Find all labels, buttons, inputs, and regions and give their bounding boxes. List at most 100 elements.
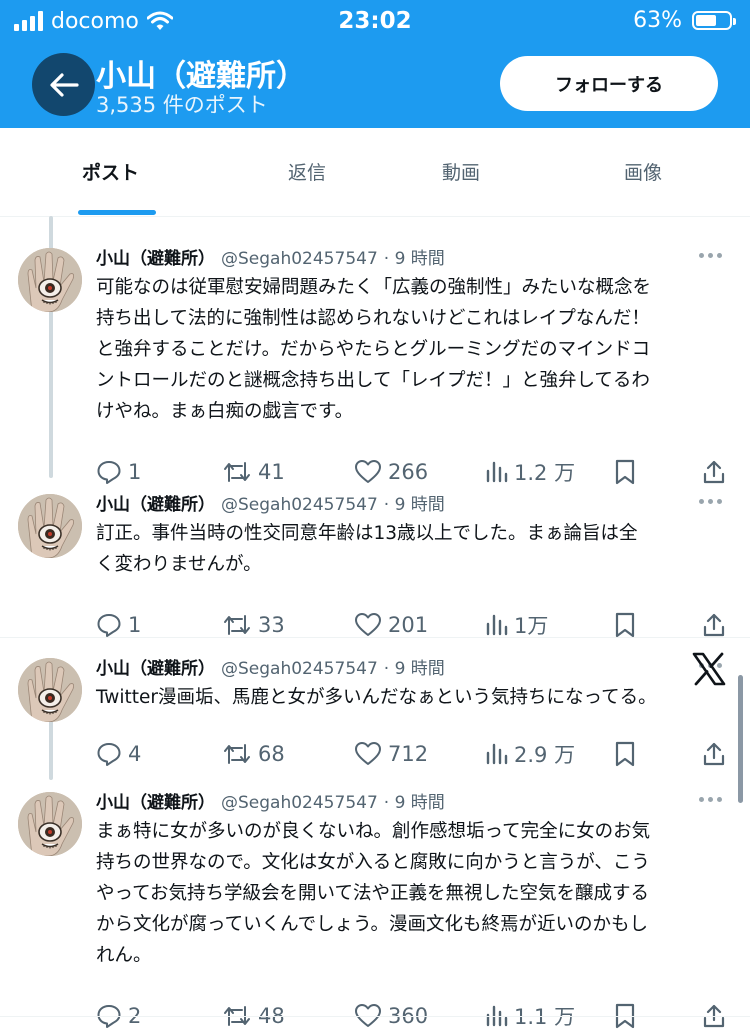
share-button[interactable] — [702, 457, 732, 487]
divider — [0, 1016, 750, 1017]
avatar[interactable] — [18, 494, 82, 558]
active-tab-indicator — [78, 210, 156, 215]
views-button[interactable]: 1.2 万 — [484, 457, 575, 487]
views-count: 2.9 万 — [514, 743, 576, 767]
views-icon — [486, 461, 508, 483]
reply-count: 1 — [128, 460, 142, 484]
divider — [0, 637, 750, 638]
like-button[interactable]: 712 — [354, 739, 428, 769]
tweet-text-line: ントロールだのと謎概念持ち出して「レイプだ！」と強弁してるわ — [96, 370, 650, 391]
tab-replies[interactable]: 返信 — [288, 158, 326, 185]
tweet-text-line: から文化が腐っていくんでしょう。漫画文化も終焉が近いのかもし — [96, 914, 649, 935]
avatar[interactable] — [18, 658, 82, 722]
bookmark-icon — [615, 741, 635, 767]
tweet-header: 小山（避難所） @Segah02457547 · 9 時間 — [96, 654, 445, 679]
arrow-left-icon — [49, 72, 79, 97]
more-options-icon[interactable] — [699, 253, 722, 258]
tab-videos[interactable]: 動画 — [442, 158, 480, 185]
tweet-actions: 1 33 201 1万 — [0, 610, 750, 640]
repost-icon — [224, 615, 250, 635]
tweet-time: · 9 時間 — [383, 659, 445, 679]
battery-percent: 63% — [633, 8, 682, 33]
share-icon — [703, 613, 725, 637]
reply-icon — [97, 743, 121, 766]
share-button[interactable] — [702, 739, 732, 769]
x-logo-icon — [692, 652, 726, 686]
heart-icon — [355, 460, 381, 483]
author-handle[interactable]: @Segah02457547 — [221, 249, 378, 269]
like-count: 712 — [388, 742, 429, 766]
more-options-icon[interactable] — [699, 499, 722, 504]
tweet-text-line: 持ち出して法的に強制性は認められないけどこれはレイプなんだ！ — [96, 308, 650, 329]
tweet-header: 小山（避難所） @Segah02457547 · 9 時間 — [96, 788, 445, 813]
profile-tabs: ポスト 返信 動画 画像 — [0, 128, 750, 217]
tweet-time: · 9 時間 — [383, 249, 445, 269]
like-button[interactable]: 201 — [354, 610, 428, 640]
repost-button[interactable]: 41 — [222, 457, 285, 487]
reply-button[interactable]: 1 — [96, 610, 141, 640]
bookmark-button[interactable] — [614, 457, 642, 487]
tweet-text-line: けやね。まぁ白痴の戯言です。 — [96, 401, 354, 422]
tab-posts[interactable]: ポスト — [82, 158, 139, 185]
back-button[interactable] — [32, 53, 95, 116]
author-name[interactable]: 小山（避難所） — [96, 495, 215, 515]
tweet-text: 可能なのは従軍慰安婦問題みたく「広義の強制性」みたいな概念を 持ち出して法的に強制… — [96, 272, 726, 427]
tweet-text-line: 持ちの世界なので。文化は女が入ると腐敗に向かうと言うが、こう — [96, 852, 650, 873]
bookmark-icon — [615, 459, 635, 485]
tweet-text-line: と強弁することだけ。だからやたらとグルーミングだのマインドコ — [96, 339, 651, 360]
tweet-header: 小山（避難所） @Segah02457547 · 9 時間 — [96, 244, 445, 269]
follow-button[interactable]: フォローする — [500, 56, 718, 111]
tweet-text: Twitter漫画垢、馬鹿と女が多いんだなぁという気持ちになってる。 — [96, 682, 726, 713]
scrollbar[interactable] — [738, 675, 743, 803]
reply-count: 1 — [128, 613, 142, 637]
tweet-text-line: まぁ特に女が多いのが良くないね。創作感想垢って完全に女のお気 — [96, 821, 651, 842]
avatar[interactable] — [18, 792, 82, 856]
reply-icon — [97, 461, 121, 484]
author-handle[interactable]: @Segah02457547 — [221, 495, 378, 515]
share-button[interactable] — [702, 610, 732, 640]
repost-button[interactable]: 68 — [222, 739, 285, 769]
views-icon — [486, 614, 508, 636]
heart-icon — [355, 613, 381, 636]
tweet-text-line: 可能なのは従軍慰安婦問題みたく「広義の強制性」みたいな概念を — [96, 277, 652, 298]
repost-icon — [224, 462, 250, 482]
views-button[interactable]: 1万 — [484, 610, 548, 640]
tweet-text: 訂正。事件当時の性交同意年齢は13歳以上でした。まぁ論旨は全 く変わりませんが。 — [96, 518, 726, 580]
views-count: 1万 — [514, 614, 549, 638]
repost-button[interactable]: 33 — [222, 610, 285, 640]
reply-button[interactable]: 1 — [96, 457, 141, 487]
author-name[interactable]: 小山（避難所） — [96, 659, 215, 679]
post-count: 3,535 件のポスト — [96, 93, 268, 117]
repost-count: 33 — [258, 613, 285, 637]
bookmark-button[interactable] — [614, 739, 642, 769]
tweet-header: 小山（避難所） @Segah02457547 · 9 時間 — [96, 490, 445, 515]
author-name[interactable]: 小山（避難所） — [96, 793, 215, 813]
tweet-actions: 1 41 266 1.2 万 — [0, 457, 750, 487]
tweet-text: まぁ特に女が多いのが良くないね。創作感想垢って完全に女のお気 持ちの世界なので。文… — [96, 816, 726, 971]
more-options-icon[interactable] — [699, 797, 722, 802]
author-handle[interactable]: @Segah02457547 — [221, 793, 378, 813]
tab-images[interactable]: 画像 — [624, 158, 662, 185]
heart-icon — [355, 742, 381, 765]
share-icon — [703, 460, 725, 484]
tweet-text-line: 訂正。事件当時の性交同意年齢は13歳以上でした。まぁ論旨は全 — [96, 523, 638, 544]
tweet-text-line: やってお気持ち学級会を開いて法や正義を無視した空気を醸成する — [96, 883, 649, 904]
reply-icon — [97, 614, 121, 637]
views-button[interactable]: 2.9 万 — [484, 739, 575, 769]
tweet-time: · 9 時間 — [383, 495, 445, 515]
author-handle[interactable]: @Segah02457547 — [221, 659, 378, 679]
tweet-text-line: く変わりませんが。 — [96, 554, 262, 575]
battery-icon — [692, 11, 736, 30]
views-count: 1.2 万 — [514, 461, 576, 485]
like-count: 266 — [388, 460, 429, 484]
reply-count: 4 — [128, 742, 142, 766]
views-icon — [486, 743, 508, 765]
reply-button[interactable]: 4 — [96, 739, 141, 769]
tweet-text-line: Twitter漫画垢、馬鹿と女が多いんだなぁという気持ちになってる。 — [96, 687, 657, 708]
bookmark-button[interactable] — [614, 610, 642, 640]
author-name[interactable]: 小山（避難所） — [96, 249, 215, 269]
share-icon — [703, 742, 725, 766]
profile-header: docomo 23:02 63% 小山（避難所） 3,535 件のポスト フォロ… — [0, 0, 750, 128]
like-button[interactable]: 266 — [354, 457, 428, 487]
avatar[interactable] — [18, 248, 82, 312]
